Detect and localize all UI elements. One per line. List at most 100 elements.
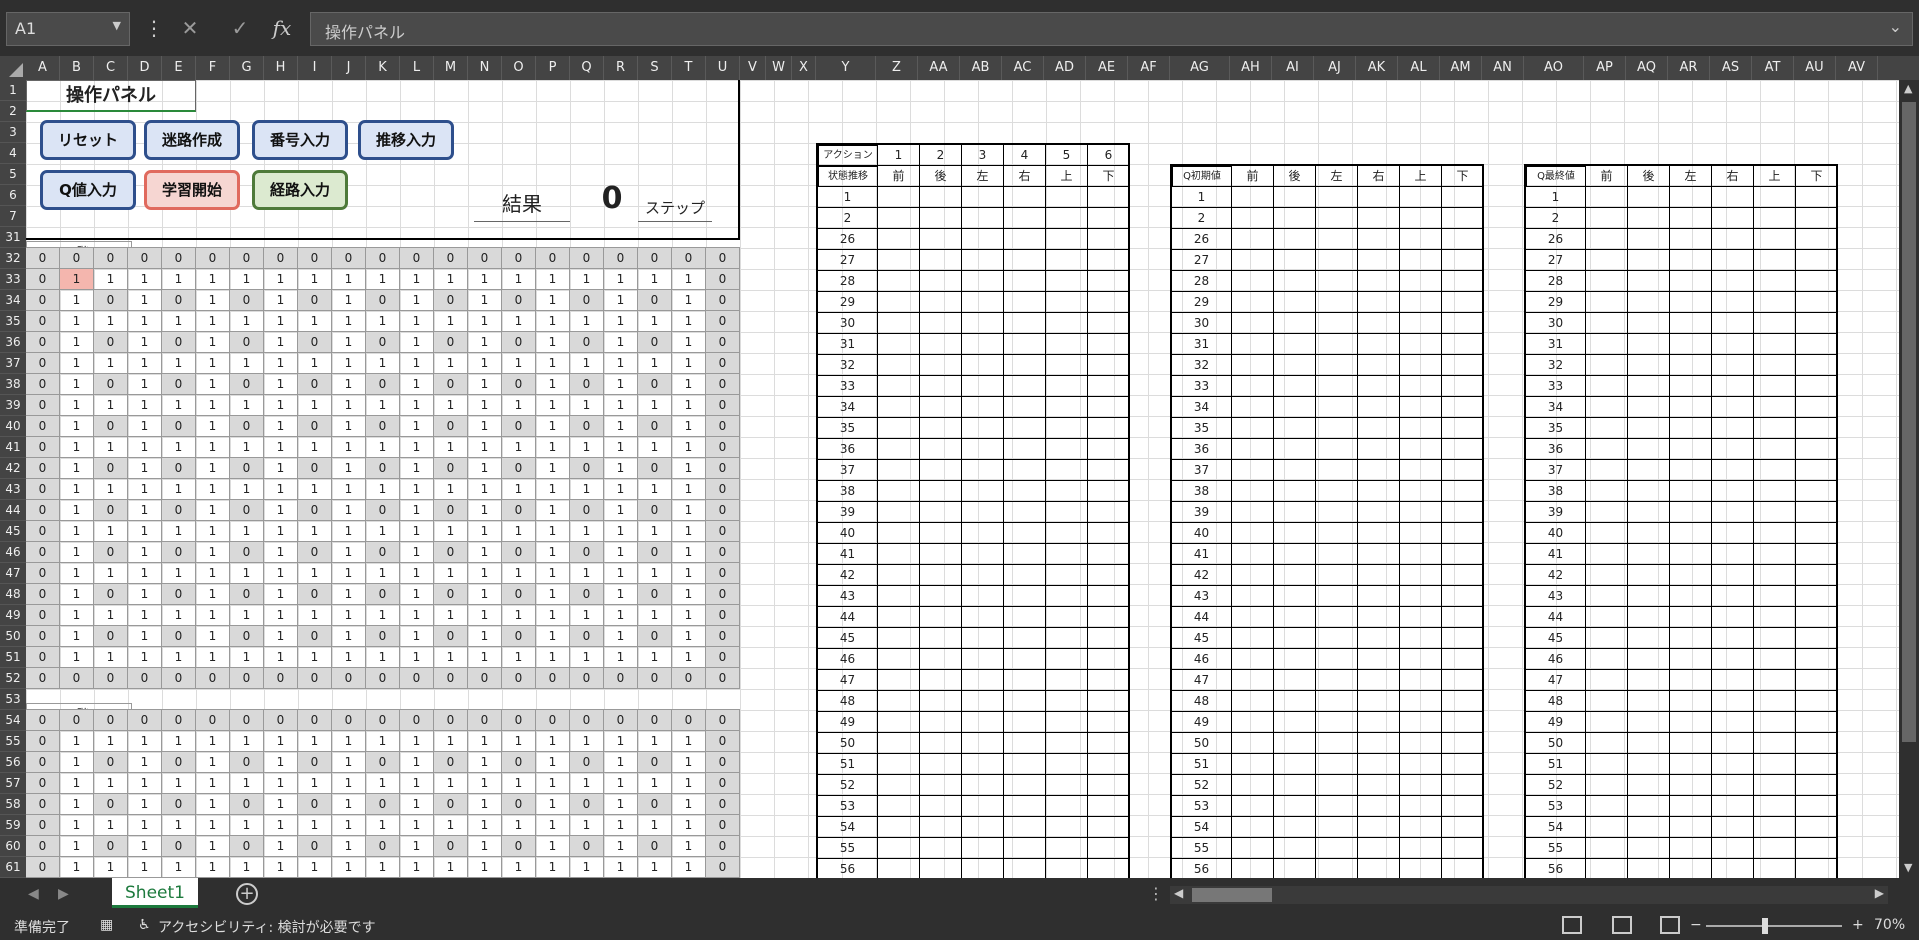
state-number[interactable]: 35 (1172, 418, 1232, 439)
maze-cell[interactable]: 0 (93, 709, 128, 731)
value-cell[interactable] (1046, 817, 1088, 838)
value-cell[interactable] (1232, 733, 1274, 754)
maze-cell[interactable]: 0 (26, 247, 60, 269)
value-cell[interactable] (1400, 607, 1442, 628)
maze-cell[interactable]: 0 (229, 289, 264, 311)
maze-cell[interactable]: 1 (399, 604, 434, 626)
maze-cell[interactable]: 1 (501, 562, 536, 584)
value-cell[interactable] (1004, 859, 1046, 878)
value-cell[interactable] (1586, 292, 1628, 313)
maze-cell[interactable]: 1 (501, 310, 536, 332)
maze-cell[interactable]: 0 (297, 709, 332, 731)
value-cell[interactable] (1796, 544, 1838, 565)
maze-cell[interactable]: 1 (127, 793, 162, 815)
maze-cell[interactable]: 1 (297, 436, 332, 458)
maze-cell[interactable]: 0 (671, 247, 706, 269)
maze-cell[interactable]: 1 (637, 436, 672, 458)
column-header[interactable]: K (366, 56, 400, 80)
value-cell[interactable] (1088, 271, 1130, 292)
value-cell[interactable] (1274, 481, 1316, 502)
maze-cell[interactable]: 0 (637, 373, 672, 395)
maze-cell[interactable]: 1 (59, 310, 94, 332)
value-cell[interactable] (1358, 712, 1400, 733)
maze-cell[interactable]: 0 (705, 814, 740, 836)
maze-cell[interactable]: 1 (93, 730, 128, 752)
maze-cell[interactable]: 1 (127, 415, 162, 437)
value-cell[interactable] (962, 565, 1004, 586)
value-cell[interactable] (1088, 838, 1130, 859)
maze-cell[interactable]: 1 (535, 562, 570, 584)
maze-cell[interactable]: 1 (331, 646, 366, 668)
value-cell[interactable] (1670, 229, 1712, 250)
maze-cell[interactable]: 1 (195, 562, 230, 584)
value-cell[interactable] (1004, 670, 1046, 691)
maze-cell[interactable]: 1 (127, 289, 162, 311)
maze-cell[interactable]: 0 (297, 373, 332, 395)
row-header[interactable]: 49 (0, 605, 26, 626)
value-cell[interactable] (1442, 439, 1484, 460)
maze-cell[interactable]: 1 (195, 772, 230, 794)
value-cell[interactable] (1712, 502, 1754, 523)
maze-cell[interactable]: 1 (263, 646, 298, 668)
maze-cell[interactable]: 0 (637, 625, 672, 647)
maze-cell[interactable]: 1 (127, 478, 162, 500)
row-header[interactable]: 52 (0, 668, 26, 689)
maze-cell[interactable]: 1 (331, 394, 366, 416)
value-cell[interactable] (1316, 607, 1358, 628)
value-cell[interactable] (1400, 187, 1442, 208)
value-cell[interactable] (1442, 502, 1484, 523)
value-cell[interactable] (1400, 586, 1442, 607)
maze-cell[interactable]: 1 (331, 772, 366, 794)
maze-cell[interactable]: 0 (161, 667, 196, 689)
maze-cell[interactable]: 1 (59, 541, 94, 563)
maze-cell[interactable]: 1 (331, 268, 366, 290)
scroll-down-icon[interactable]: ▼ (1904, 861, 1912, 874)
maze-cell[interactable]: 1 (467, 373, 502, 395)
value-cell[interactable] (1046, 859, 1088, 878)
maze-cell[interactable]: 1 (637, 520, 672, 542)
value-cell[interactable] (1796, 607, 1838, 628)
scroll-left-icon[interactable]: ◀ (1174, 886, 1183, 900)
value-cell[interactable] (1628, 712, 1670, 733)
maze-cell[interactable]: 1 (671, 310, 706, 332)
maze-cell[interactable]: 1 (671, 352, 706, 374)
maze-cell[interactable]: 0 (433, 499, 468, 521)
value-cell[interactable] (920, 796, 962, 817)
row-header[interactable]: 43 (0, 479, 26, 500)
value-cell[interactable] (1442, 838, 1484, 859)
value-cell[interactable] (1358, 208, 1400, 229)
value-cell[interactable] (1088, 439, 1130, 460)
value-cell[interactable] (1586, 481, 1628, 502)
maze-cell[interactable]: 0 (161, 457, 196, 479)
maze-cell[interactable]: 1 (603, 625, 638, 647)
value-cell[interactable] (962, 229, 1004, 250)
value-cell[interactable] (1628, 502, 1670, 523)
maze-cell[interactable]: 0 (26, 772, 60, 794)
row-header[interactable]: 36 (0, 332, 26, 353)
maze-cell[interactable]: 0 (569, 457, 604, 479)
value-cell[interactable] (1400, 397, 1442, 418)
value-cell[interactable] (1004, 565, 1046, 586)
value-cell[interactable] (1004, 838, 1046, 859)
maze-cell[interactable]: 1 (161, 772, 196, 794)
value-cell[interactable] (1442, 670, 1484, 691)
maze-cell[interactable]: 1 (93, 646, 128, 668)
maze-cell[interactable]: 1 (59, 268, 94, 290)
value-cell[interactable] (1628, 733, 1670, 754)
maze-cell[interactable]: 1 (433, 604, 468, 626)
maze-cell[interactable]: 0 (26, 289, 60, 311)
value-cell[interactable] (1004, 607, 1046, 628)
maze-cell[interactable]: 1 (603, 310, 638, 332)
value-cell[interactable] (1232, 586, 1274, 607)
scroll-up-icon[interactable]: ▲ (1904, 82, 1912, 95)
maze-cell[interactable]: 0 (535, 709, 570, 731)
maze-cell[interactable]: 0 (26, 373, 60, 395)
value-cell[interactable] (1088, 208, 1130, 229)
state-number[interactable]: 26 (1172, 229, 1232, 250)
maze-cell[interactable]: 1 (671, 604, 706, 626)
state-number[interactable]: 44 (1172, 607, 1232, 628)
maze-cell[interactable]: 1 (195, 310, 230, 332)
action-direction[interactable]: 下 (1088, 166, 1130, 187)
value-cell[interactable] (962, 292, 1004, 313)
maze-cell[interactable]: 1 (195, 352, 230, 374)
